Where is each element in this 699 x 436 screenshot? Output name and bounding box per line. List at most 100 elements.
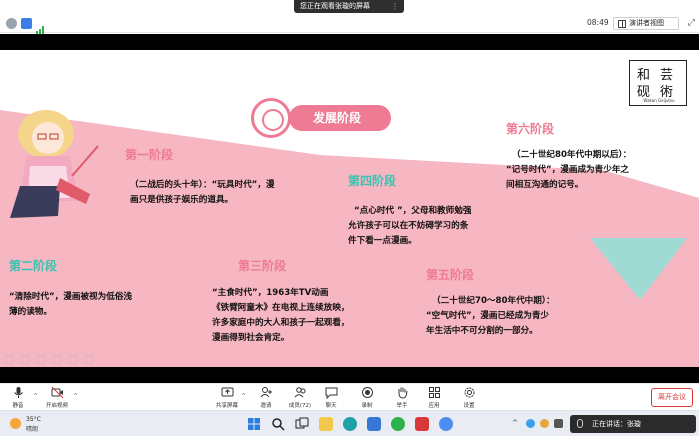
wps-icon[interactable] [415, 417, 429, 431]
letterbox-top [0, 34, 699, 50]
meeting-window: 您正在观看张璇的屏幕 ⋮ 08:49 演讲者视图 ⤢ 发展阶段 和 芸 砚 術 … [0, 0, 699, 436]
info-icon[interactable] [6, 18, 17, 29]
stage-3-line-1: “主食时代”，1963年TV动画 [212, 288, 329, 298]
meeting-app-icon[interactable] [439, 417, 453, 431]
stage-5-text: （二十世纪70～80年代中期）： “空气时代”，漫画已经成为青少 年生活中不可分… [426, 294, 555, 339]
stage-5-line-2: “空气时代”，漫画已经成为青少 [426, 311, 550, 321]
stage-4-line-3: 件下看一点漫画。 [348, 236, 417, 246]
stage-6-line-2: “记号时代”，漫画成为青少年之 [506, 165, 630, 175]
stage-1-text: （二战后的头十年）：“玩具时代”，漫 画只是供孩子娱乐的道具。 [130, 178, 275, 208]
stage-4-text: “点心时代 ”，父母和教师勉强 允许孩子可以在不妨碍学习的条 件下看一点漫画。 [348, 204, 471, 249]
meeting-top-bar: 08:49 演讲者视图 ⤢ [0, 15, 699, 34]
share-screen-label: 共享屏幕 [215, 403, 238, 409]
settings-icon [464, 387, 474, 398]
section-title-pill: 发展阶段 [289, 105, 391, 131]
app-icon-green[interactable] [391, 417, 405, 431]
speaker-view-button[interactable]: 演讲者视图 [613, 17, 679, 30]
character-illustration [10, 110, 99, 218]
more-icon[interactable] [84, 355, 94, 365]
stage-2-text: “清除时代”，漫画被视为低俗浅 薄的读物。 [9, 290, 132, 320]
logo-subtitle: Wakan Geijutsu [643, 98, 675, 103]
sun-icon[interactable] [10, 418, 21, 429]
video-options-caret-icon[interactable]: ^ [73, 393, 78, 400]
weather-temperature[interactable]: 35°C [26, 416, 41, 423]
stage-2-line-2: 薄的读物。 [9, 307, 52, 317]
record-label: 录制 [361, 403, 373, 409]
mute-options-caret-icon[interactable]: ^ [33, 393, 38, 400]
invite-button[interactable]: 邀请 [251, 386, 281, 409]
pen-icon[interactable] [36, 355, 46, 365]
apps-label: 应用 [428, 403, 440, 409]
search-icon[interactable] [271, 417, 285, 431]
stage-4-line-1: “点心时代 ”，父母和教师勉强 [354, 206, 472, 216]
edge-browser-icon[interactable] [343, 417, 357, 431]
speaker-view-label: 演讲者视图 [629, 19, 664, 27]
raise-hand-icon [398, 387, 407, 399]
weather-description[interactable]: 晴朗 [26, 424, 38, 433]
signal-icon[interactable] [36, 19, 46, 34]
meeting-toolbar: 静音 ^ 开启视频 ^ 共享屏幕 ^ 邀请 成员(72) 聊天 录制 举手 应用… [0, 383, 699, 410]
grid-icon [618, 20, 626, 28]
stage-1-line-1: （二战后的头十年）：“玩具时代”，漫 [130, 180, 275, 190]
apps-button[interactable]: 应用 [419, 386, 449, 409]
view-icon[interactable] [68, 355, 78, 365]
stage-5-line-3: 年生活中不可分割的一部分。 [426, 326, 538, 336]
members-button[interactable]: 成员(72) [285, 386, 315, 409]
start-video-button[interactable]: 开启视频 [42, 386, 72, 409]
viewing-banner-text: 您正在观看张璇的屏幕 [300, 2, 370, 10]
apps-icon [428, 387, 440, 398]
windows-start-icon[interactable] [247, 417, 261, 431]
speaking-status-text: 正在讲话：张璇 [592, 420, 641, 428]
speaking-status: 正在讲话：张璇 [570, 415, 696, 433]
file-explorer-icon[interactable] [319, 417, 333, 431]
more-options-icon[interactable]: ⋮ [391, 0, 399, 13]
tray-network-icon[interactable] [554, 419, 563, 428]
stage-3-line-2: 《铁臂阿童木》在电视上连续放映， [212, 303, 350, 313]
leave-meeting-button[interactable]: 离开会议 [651, 388, 693, 407]
speaking-microphone-icon [577, 419, 583, 428]
microphone-icon [13, 387, 23, 398]
store-icon[interactable] [367, 417, 381, 431]
stage-3-line-4: 漫画得到社会肯定。 [212, 333, 290, 343]
brand-logo: 和 芸 砚 術 Wakan Geijutsu [629, 60, 687, 106]
settings-label: 设置 [463, 403, 475, 409]
record-icon [361, 387, 373, 398]
shared-slide: 发展阶段 和 芸 砚 術 Wakan Geijutsu 第一阶段 （二战后的头十… [0, 50, 699, 367]
settings-button[interactable]: 设置 [454, 386, 484, 409]
shield-icon[interactable] [21, 18, 32, 29]
share-screen-icon [221, 387, 233, 397]
stage-5-title: 第五阶段 [426, 268, 475, 282]
raise-hand-label: 举手 [396, 403, 408, 409]
tray-up-arrow-icon[interactable]: ^ [512, 419, 518, 427]
raise-hand-button[interactable]: 举手 [387, 386, 417, 409]
previous-slide-icon[interactable] [4, 355, 14, 365]
task-view-icon[interactable] [295, 417, 309, 431]
chat-button[interactable]: 聊天 [316, 386, 346, 409]
mute-button[interactable]: 静音 [3, 386, 33, 409]
mute-label: 静音 [12, 403, 24, 409]
invite-label: 邀请 [260, 403, 272, 409]
stage-6-title: 第六阶段 [506, 122, 555, 136]
windows-taskbar: 35°C 晴朗 ^ 正在讲话：张璇 [0, 410, 699, 436]
share-screen-button[interactable]: 共享屏幕 [212, 386, 242, 409]
next-slide-icon[interactable] [20, 355, 30, 365]
letterbox-bottom [0, 367, 699, 383]
members-label: 成员(72) [288, 403, 312, 409]
stage-6-text: （二十世纪80年代中期以后）： “记号时代”，漫画成为青少年之 间相互沟通的记号… [506, 148, 631, 193]
stage-3-line-3: 许多家庭中的大人和孩子一起观看， [212, 318, 350, 328]
viewing-banner-area: 您正在观看张璇的屏幕 ⋮ [0, 0, 699, 15]
tray-cloud-icon[interactable] [526, 419, 535, 428]
stage-4-title: 第四阶段 [348, 174, 397, 188]
viewing-banner[interactable]: 您正在观看张璇的屏幕 ⋮ [294, 0, 404, 13]
zoom-icon[interactable] [52, 355, 62, 365]
meeting-clock: 08:49 [587, 18, 609, 27]
fullscreen-icon[interactable]: ⤢ [688, 18, 695, 28]
chat-label: 聊天 [325, 403, 337, 409]
record-button[interactable]: 录制 [352, 386, 382, 409]
share-options-caret-icon[interactable]: ^ [241, 393, 246, 400]
stage-3-title: 第三阶段 [238, 259, 287, 273]
tray-app-icon[interactable] [540, 419, 549, 428]
stage-2-title: 第二阶段 [9, 259, 58, 273]
stage-6-line-1: （二十世纪80年代中期以后）： [512, 150, 632, 160]
section-title-badge-icon [251, 98, 291, 138]
